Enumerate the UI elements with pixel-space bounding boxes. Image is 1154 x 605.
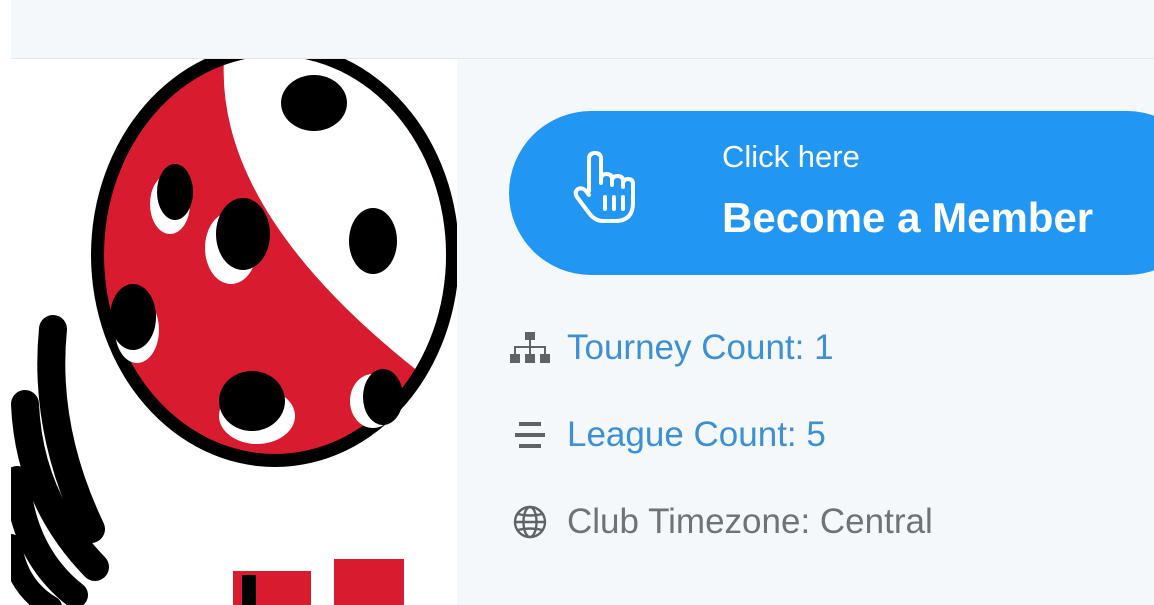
tourney-count-row: Tourney Count: 1 <box>509 323 834 373</box>
globe-icon <box>509 501 551 543</box>
top-bar <box>0 0 1154 59</box>
club-logo <box>11 59 457 605</box>
league-count-row: League Count: 5 <box>509 410 826 460</box>
tourney-count-link[interactable]: Tourney Count: 1 <box>567 327 834 369</box>
pointing-hand-icon <box>565 149 645 234</box>
become-member-button[interactable]: Click here Become a Member <box>509 111 1154 275</box>
list-icon <box>509 414 551 456</box>
become-member-label: Become a Member <box>722 194 1094 241</box>
league-count-link[interactable]: League Count: 5 <box>567 414 826 456</box>
sitemap-icon <box>509 327 551 369</box>
club-info-panel: Click here Become a Member Tourney Count… <box>457 59 1154 605</box>
club-timezone-row: Club Timezone: Central <box>509 497 933 547</box>
left-edge <box>0 0 11 605</box>
club-timezone-text: Club Timezone: Central <box>567 502 933 541</box>
click-here-label: Click here <box>722 139 860 174</box>
